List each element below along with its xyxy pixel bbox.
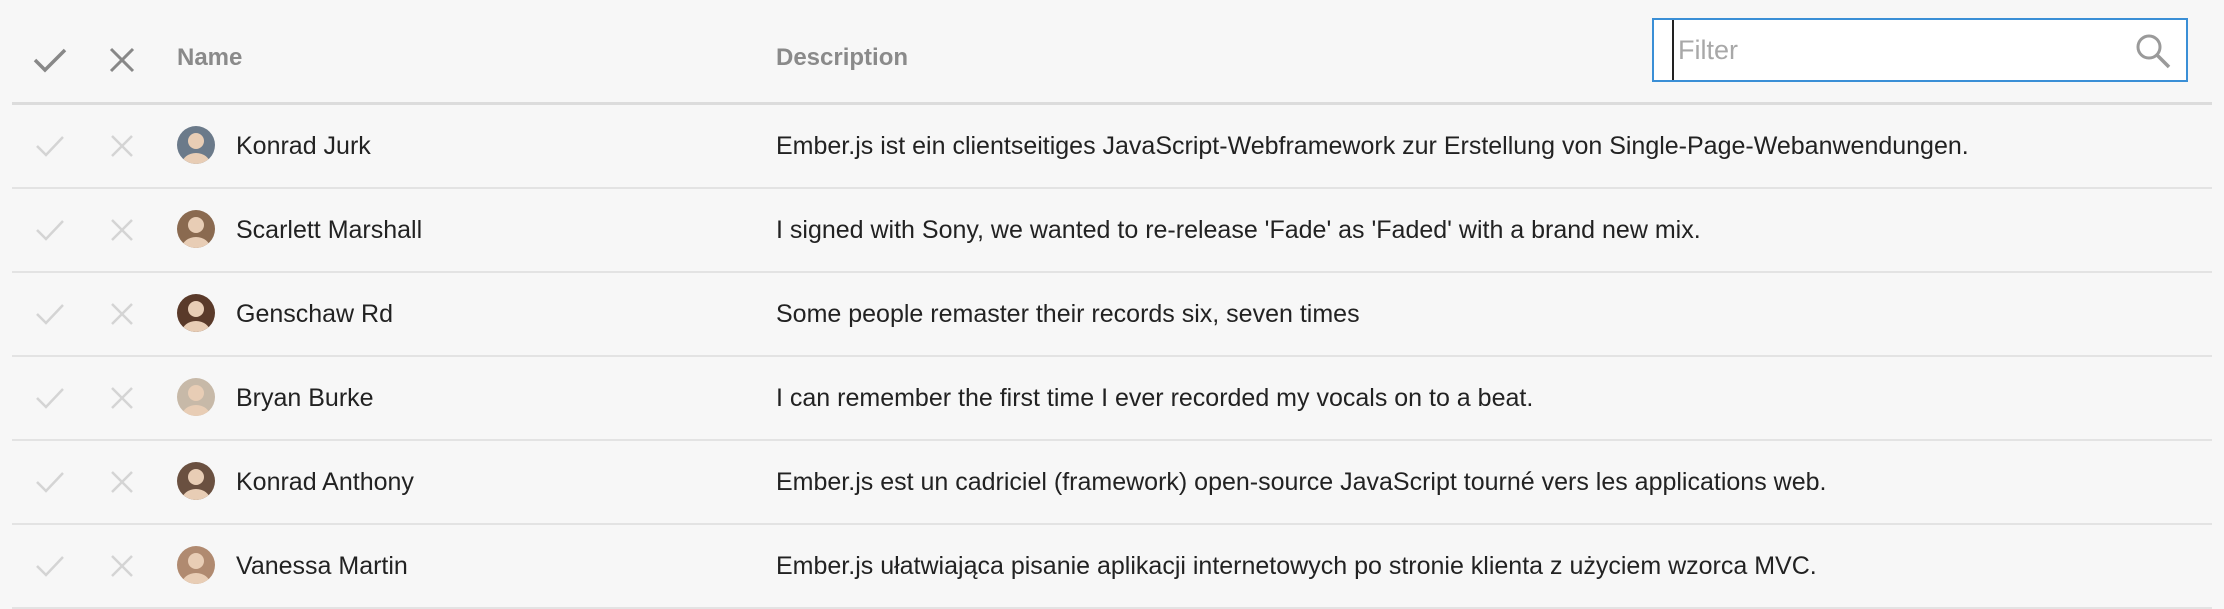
check-icon: [36, 304, 64, 325]
check-icon: [36, 556, 64, 577]
user-table: Name Description Filter Konrad Jurk Embe…: [12, 0, 2212, 609]
search-icon[interactable]: [2134, 32, 2172, 70]
column-header-name[interactable]: Name: [177, 44, 242, 72]
accept-row-button[interactable]: [30, 189, 70, 271]
check-icon: [36, 388, 64, 409]
accept-row-button[interactable]: [30, 105, 70, 187]
table-row[interactable]: Konrad Jurk Ember.js ist ein clientseiti…: [12, 105, 2212, 189]
table-row[interactable]: Konrad Anthony Ember.js est un cadriciel…: [12, 441, 2212, 525]
table-row[interactable]: Bryan Burke I can remember the first tim…: [12, 357, 2212, 441]
table-row[interactable]: Scarlett Marshall I signed with Sony, we…: [12, 189, 2212, 273]
row-name: Scarlett Marshall: [236, 215, 423, 244]
row-description: Ember.js est un cadriciel (framework) op…: [776, 467, 1827, 496]
reject-row-button[interactable]: [102, 441, 142, 523]
check-icon: [36, 220, 64, 241]
x-icon: [111, 471, 133, 493]
table-header: Name Description: [12, 0, 2212, 105]
row-name: Konrad Anthony: [236, 467, 414, 496]
accept-row-button[interactable]: [30, 441, 70, 523]
row-description: I can remember the first time I ever rec…: [776, 383, 1534, 412]
table-row[interactable]: Genschaw Rd Some people remaster their r…: [12, 273, 2212, 357]
avatar: [177, 126, 215, 164]
row-description: Ember.js ist ein clientseitiges JavaScri…: [776, 131, 1969, 160]
reject-row-button[interactable]: [102, 105, 142, 187]
filter-input[interactable]: [1672, 20, 2118, 80]
reject-row-button[interactable]: [102, 273, 142, 355]
reject-row-button[interactable]: [102, 357, 142, 439]
avatar: [177, 462, 215, 500]
reject-row-button[interactable]: [102, 525, 142, 607]
avatar: [177, 294, 215, 332]
row-name: Vanessa Martin: [236, 551, 408, 580]
accept-row-button[interactable]: [30, 525, 70, 607]
check-icon: [36, 136, 64, 157]
row-name: Genschaw Rd: [236, 299, 394, 328]
x-icon: [109, 47, 135, 73]
row-name: Bryan Burke: [236, 383, 374, 412]
x-icon: [111, 555, 133, 577]
reject-all-button[interactable]: [102, 18, 142, 102]
avatar: [177, 546, 215, 584]
reject-row-button[interactable]: [102, 189, 142, 271]
accept-all-button[interactable]: [30, 18, 70, 102]
check-icon: [33, 48, 67, 73]
column-header-description[interactable]: Description: [776, 44, 908, 72]
row-description: I signed with Sony, we wanted to re-rele…: [776, 215, 1701, 244]
avatar: [177, 378, 215, 416]
row-description: Ember.js ułatwiająca pisanie aplikacji i…: [776, 551, 1817, 580]
avatar: [177, 210, 215, 248]
check-icon: [36, 472, 64, 493]
x-icon: [111, 387, 133, 409]
table-body: Konrad Jurk Ember.js ist ein clientseiti…: [12, 105, 2212, 609]
table-row[interactable]: Vanessa Martin Ember.js ułatwiająca pisa…: [12, 525, 2212, 609]
x-icon: [111, 303, 133, 325]
row-name: Konrad Jurk: [236, 131, 371, 160]
x-icon: [111, 135, 133, 157]
filter-box: [1652, 18, 2188, 82]
accept-row-button[interactable]: [30, 273, 70, 355]
row-description: Some people remaster their records six, …: [776, 299, 1360, 328]
x-icon: [111, 219, 133, 241]
accept-row-button[interactable]: [30, 357, 70, 439]
